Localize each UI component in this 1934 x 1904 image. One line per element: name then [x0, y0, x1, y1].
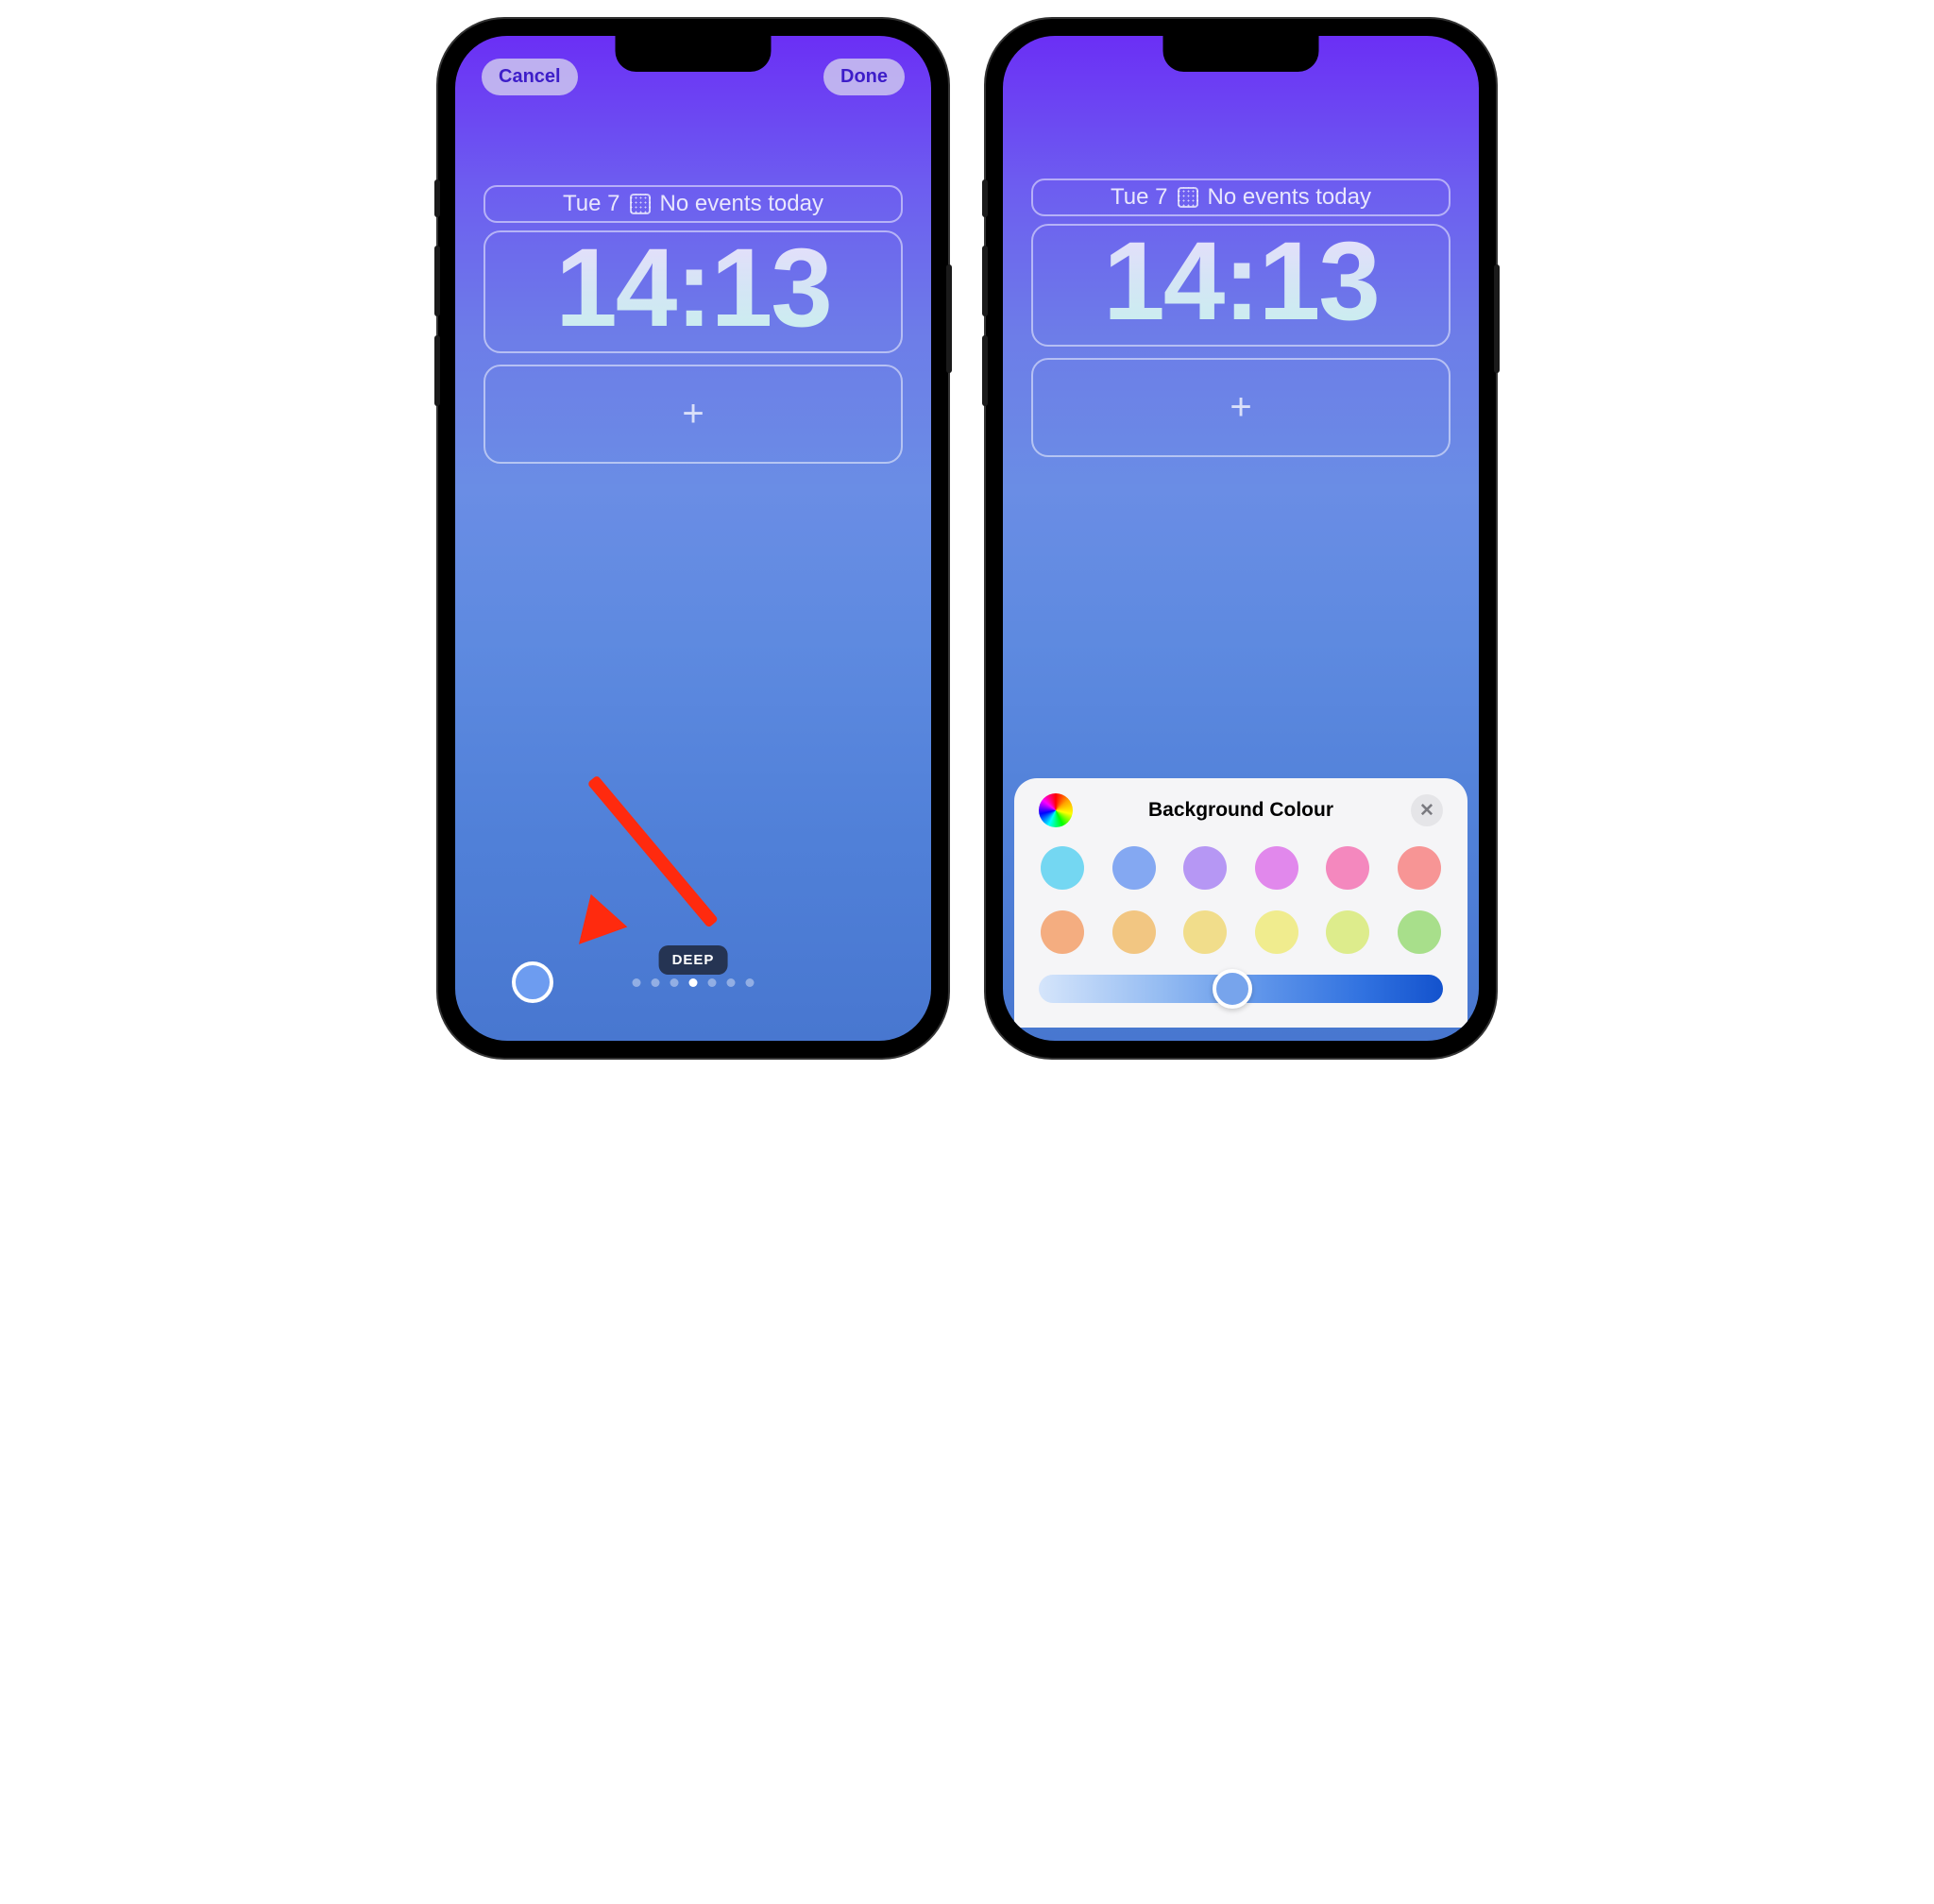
sheet-title: Background Colour: [1148, 799, 1333, 822]
notch: [616, 36, 772, 72]
time-display: 14:13: [504, 232, 882, 344]
color-swatch[interactable]: [1398, 910, 1441, 954]
background-colour-sheet: Background Colour ✕: [1014, 778, 1467, 1028]
date-widget-slot[interactable]: Tue 7 No events today: [484, 185, 903, 223]
time-widget-slot[interactable]: 14:13: [1031, 224, 1450, 347]
color-swatch[interactable]: [1326, 910, 1369, 954]
date-text: Tue 7: [563, 191, 619, 217]
plus-icon: +: [682, 393, 704, 435]
page-dot-active: [689, 978, 698, 987]
volume-down-button: [434, 335, 440, 406]
time-widget-slot[interactable]: 14:13: [484, 230, 903, 353]
background-color-button[interactable]: [512, 961, 553, 1003]
power-button: [1494, 264, 1500, 373]
volume-up-button: [982, 246, 988, 316]
swatch-row-1: [1035, 846, 1447, 890]
lock-screen-editor: Cancel Done Tue 7 No events today 14:13 …: [455, 36, 931, 1041]
calendar-icon: [630, 194, 651, 214]
page-dot: [652, 978, 660, 987]
lock-screen-editor: Tue 7 No events today 14:13 + Background…: [1003, 36, 1479, 1041]
date-text: Tue 7: [1111, 184, 1167, 211]
color-swatch[interactable]: [1398, 846, 1441, 890]
volume-up-button: [434, 246, 440, 316]
color-swatch[interactable]: [1326, 846, 1369, 890]
date-widget-slot[interactable]: Tue 7 No events today: [1031, 178, 1450, 216]
events-text: No events today: [660, 191, 823, 217]
calendar-icon: [1178, 187, 1198, 208]
events-text: No events today: [1208, 184, 1371, 211]
add-widget-slot[interactable]: +: [484, 365, 903, 464]
color-swatch[interactable]: [1255, 846, 1298, 890]
annotation-arrow: [592, 773, 781, 786]
time-display: 14:13: [1052, 226, 1430, 337]
power-button: [946, 264, 952, 373]
color-swatch[interactable]: [1183, 846, 1227, 890]
color-swatch[interactable]: [1041, 910, 1084, 954]
close-button[interactable]: ✕: [1411, 794, 1443, 826]
volume-down-button: [982, 335, 988, 406]
close-icon: ✕: [1419, 800, 1434, 822]
notch: [1163, 36, 1319, 72]
cancel-button[interactable]: Cancel: [482, 59, 578, 95]
color-swatch[interactable]: [1041, 846, 1084, 890]
color-picker-button[interactable]: [1039, 793, 1073, 827]
color-swatch[interactable]: [1112, 846, 1156, 890]
color-swatch[interactable]: [1183, 910, 1227, 954]
page-dot: [727, 978, 736, 987]
page-dot: [633, 978, 641, 987]
slider-thumb[interactable]: [1213, 969, 1252, 1009]
done-button[interactable]: Done: [823, 59, 905, 95]
phone-frame-right: Tue 7 No events today 14:13 + Background…: [986, 19, 1496, 1058]
color-swatch[interactable]: [1255, 910, 1298, 954]
page-dot: [670, 978, 679, 987]
add-widget-slot[interactable]: +: [1031, 358, 1450, 457]
color-swatch[interactable]: [1112, 910, 1156, 954]
style-pagination[interactable]: [633, 978, 755, 987]
phone-frame-left: Cancel Done Tue 7 No events today 14:13 …: [438, 19, 948, 1058]
page-dot: [708, 978, 717, 987]
plus-icon: +: [1230, 386, 1251, 429]
swatch-row-2: [1035, 910, 1447, 954]
mute-switch: [982, 179, 988, 217]
page-dot: [746, 978, 755, 987]
shade-slider[interactable]: [1039, 975, 1443, 1003]
mute-switch: [434, 179, 440, 217]
